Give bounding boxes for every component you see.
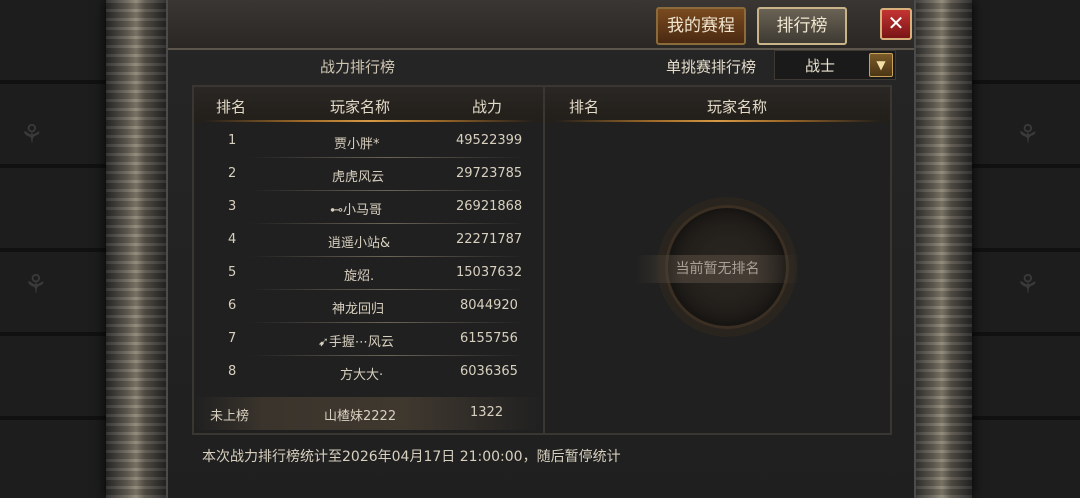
row-player-name: 旋炤. <box>344 269 375 284</box>
header-rank: 排名 <box>216 98 247 116</box>
tab-ranking[interactable]: 排行榜 <box>757 7 847 45</box>
row-player-name: 贾小胖* <box>334 137 380 152</box>
close-icon: ✕ <box>887 11 905 35</box>
wall-rune-icon: ⚘ <box>24 270 48 300</box>
ranking-panel: 我的赛程 排行榜 ✕ 战力排行榜 单挑赛排行榜 战士 ▼ 排名 玩家名称 战力 … <box>166 0 916 498</box>
my-player-name: 山楂妹2222 <box>324 409 397 424</box>
row-rank: 8 <box>228 364 237 379</box>
wall-rune-icon: ⚘ <box>20 120 44 150</box>
header-player-name: 玩家名称 <box>707 98 768 116</box>
row-power: 22271787 <box>456 232 523 247</box>
row-player-name: ⊷小马哥 <box>330 203 383 218</box>
table-header: 排名 玩家名称 <box>545 87 890 123</box>
class-select[interactable]: 战士 ▼ <box>774 50 896 80</box>
empty-ranking-text: 当前暂无排名 <box>635 255 800 283</box>
header-divider <box>555 120 880 122</box>
row-rank: 4 <box>228 232 237 247</box>
row-rank: 5 <box>228 265 237 280</box>
row-power: 15037632 <box>456 265 523 280</box>
header-power: 战力 <box>472 98 503 116</box>
right-pillar <box>912 0 972 498</box>
row-power: 8044920 <box>460 298 518 313</box>
row-rank: 7 <box>228 331 237 346</box>
my-rank-row[interactable]: 未上榜 山楂妹2222 1322 <box>194 397 544 430</box>
table-row[interactable]: 1 贾小胖* 49522399 <box>194 125 544 158</box>
row-power: 49522399 <box>456 133 523 148</box>
right-wall: ⚘ ⚘ <box>972 0 1080 498</box>
my-rank: 未上榜 <box>210 409 250 424</box>
row-power: 6036365 <box>460 364 518 379</box>
header-divider <box>204 120 534 122</box>
duel-ranking-title: 单挑赛排行榜 <box>666 58 757 76</box>
row-player-name: 方大大· <box>340 368 384 383</box>
power-ranking-title: 战力排行榜 <box>320 58 396 76</box>
wall-rune-icon: ⚘ <box>1016 120 1040 150</box>
table-row[interactable]: 5 旋炤. 15037632 <box>194 257 544 290</box>
top-bar: 我的赛程 排行榜 ✕ <box>168 0 914 50</box>
table-row[interactable]: 4 逍遥小站& 22271787 <box>194 224 544 257</box>
panel-header: 战力排行榜 单挑赛排行榜 战士 ▼ <box>168 50 914 82</box>
row-power: 26921868 <box>456 199 523 214</box>
table-row[interactable]: 2 虎虎风云 29723785 <box>194 158 544 191</box>
stats-notice-text: 本次战力排行榜统计至2026年04月17日 21:00:00，随后暂停统计 <box>202 449 621 465</box>
tab-my-schedule[interactable]: 我的赛程 <box>656 7 746 45</box>
table-row[interactable]: 3 ⊷小马哥 26921868 <box>194 191 544 224</box>
power-ranking-table: 排名 玩家名称 战力 1 贾小胖* 49522399 2 虎虎风云 297237… <box>192 85 546 435</box>
row-power: 6155756 <box>460 331 518 346</box>
row-player-name: ➹手握⋯风云 <box>318 335 394 350</box>
my-power: 1322 <box>470 405 504 420</box>
row-player-name: 逍遥小站& <box>328 236 391 251</box>
chevron-down-icon[interactable]: ▼ <box>869 53 893 77</box>
duel-ranking-table: 排名 玩家名称 当前暂无排名 <box>543 85 892 435</box>
row-rank: 3 <box>228 199 237 214</box>
table-row[interactable]: 6 神龙回归 8044920 <box>194 290 544 323</box>
wall-rune-icon: ⚘ <box>1016 270 1040 300</box>
table-row[interactable]: 7 ➹手握⋯风云 6155756 <box>194 323 544 356</box>
row-power: 29723785 <box>456 166 523 181</box>
table-header: 排名 玩家名称 战力 <box>194 87 544 123</box>
row-player-name: 神龙回归 <box>332 302 385 317</box>
stats-notice: 本次战力排行榜统计至2026年04月17日 21:00:00，随后暂停统计 <box>192 436 888 476</box>
row-rank: 6 <box>228 298 237 313</box>
row-rank: 1 <box>228 133 237 148</box>
header-rank: 排名 <box>569 98 600 116</box>
row-rank: 2 <box>228 166 237 181</box>
left-pillar <box>106 0 166 498</box>
close-button[interactable]: ✕ <box>880 8 912 40</box>
row-player-name: 虎虎风云 <box>332 170 385 185</box>
table-row[interactable]: 8 方大大· 6036365 <box>194 356 544 389</box>
class-select-value: 战士 <box>805 57 836 75</box>
left-wall: ⚘ ⚘ <box>0 0 106 498</box>
header-player-name: 玩家名称 <box>330 98 391 116</box>
